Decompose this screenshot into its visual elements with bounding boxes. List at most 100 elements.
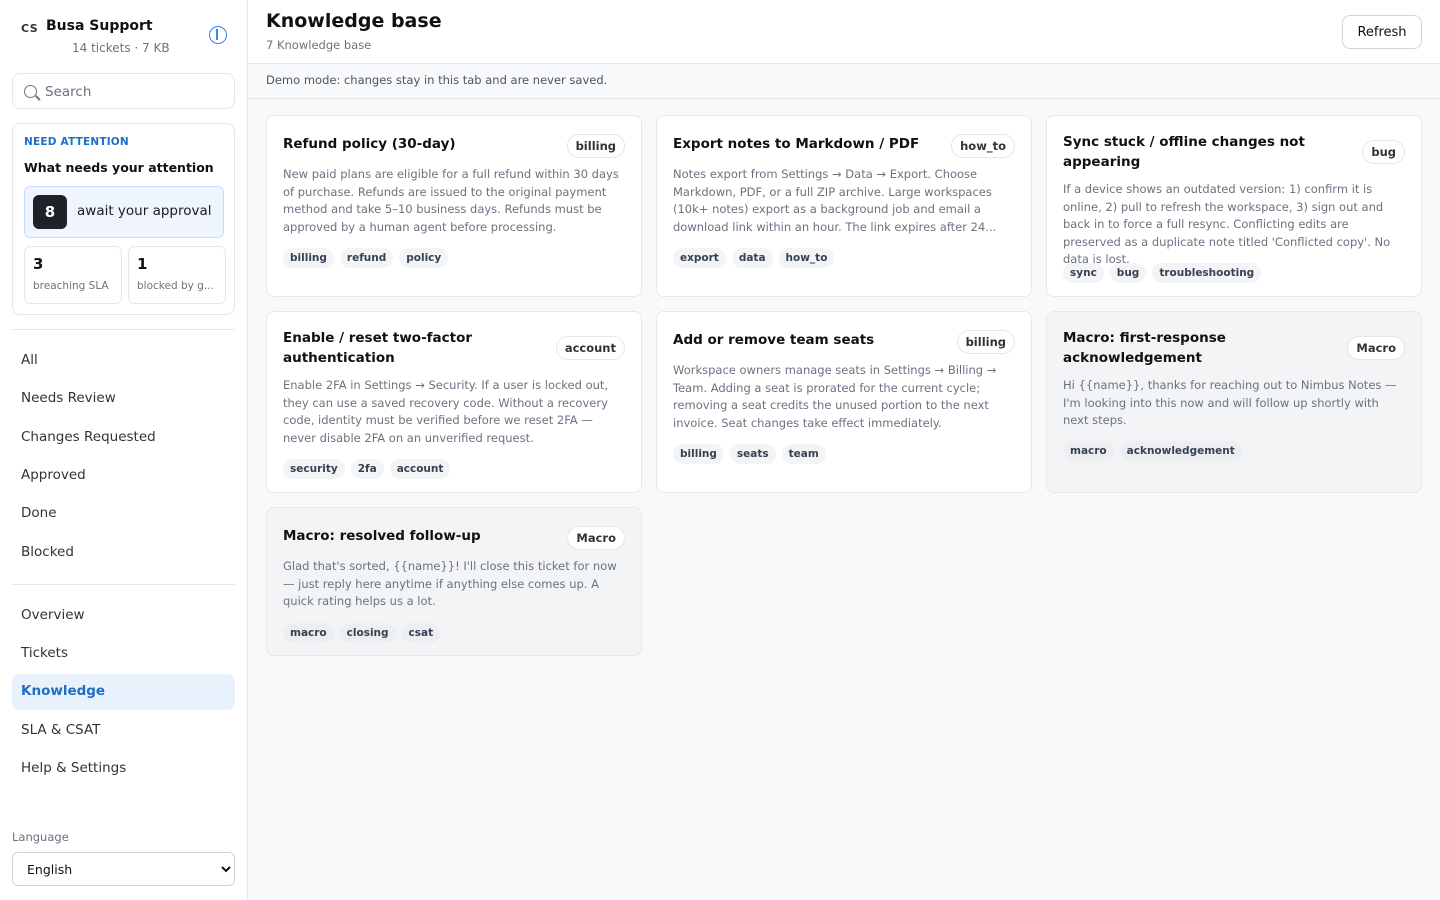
collapse-sidebar-icon[interactable]	[209, 26, 227, 44]
article-category-badge: bug	[1362, 140, 1405, 164]
tag: sync	[1063, 263, 1104, 283]
article-title: Enable / reset two-factor authentication	[283, 330, 473, 366]
tag: seats	[729, 444, 776, 464]
nav-filter-changes-requested[interactable]: Changes Requested	[12, 420, 235, 456]
nav-knowledge[interactable]: Knowledge	[12, 674, 235, 710]
article-category-badge: account	[555, 336, 625, 360]
tag: export	[673, 248, 726, 268]
tag: security	[283, 459, 345, 479]
macro-title: Macro: resolved follow-up	[283, 528, 481, 544]
nav-label: Approved	[21, 467, 86, 483]
article-title: Sync stuck / offline changes not appeari…	[1063, 134, 1305, 170]
article-tags: billing seats team	[673, 442, 832, 464]
sidebar: CS Busa Support 14 tickets · 7 KB NEED A…	[0, 0, 248, 900]
article-body: New paid plans are eligible for a full r…	[283, 167, 619, 234]
article-body: Notes export from Settings → Data → Expo…	[673, 167, 997, 234]
divider	[12, 584, 235, 585]
macro-badge: Macro	[1347, 336, 1405, 360]
nav-label: Done	[21, 505, 57, 521]
attention-kicker: NEED ATTENTION	[24, 136, 129, 148]
article-title: Refund policy (30-day)	[283, 136, 456, 152]
tag: account	[389, 459, 451, 479]
article-card[interactable]: Sync stuck / offline changes not appeari…	[1046, 115, 1422, 297]
language-label: Language	[12, 830, 69, 844]
breaching-sla-stat[interactable]: 3 breaching SLA	[24, 246, 122, 304]
article-body: Enable 2FA in Settings → Security. If a …	[283, 378, 609, 445]
tag: policy	[399, 248, 449, 268]
nav-label: Help & Settings	[21, 760, 127, 776]
tag: how_to	[778, 248, 835, 268]
nav-filter-blocked[interactable]: Blocked	[12, 535, 235, 571]
macro-badge: Macro	[567, 526, 625, 550]
tag: csat	[401, 623, 441, 643]
workspace-name: Busa Support	[46, 18, 153, 34]
demo-notice-bar: Demo mode: changes stay in this tab and …	[248, 64, 1440, 99]
divider	[12, 329, 235, 330]
stat-label: breaching SLA	[33, 280, 109, 292]
stat-number: 1	[137, 255, 148, 273]
page-title: Knowledge base	[266, 10, 442, 32]
article-tags: export data how_to	[673, 246, 840, 268]
brand: CS Busa Support 14 tickets · 7 KB	[21, 16, 231, 60]
nav-filter-approved[interactable]: Approved	[12, 458, 235, 494]
brand-logo: CS	[21, 22, 39, 35]
article-title: Export notes to Markdown / PDF	[673, 136, 920, 152]
nav-tickets[interactable]: Tickets	[12, 636, 235, 672]
search-input[interactable]	[45, 81, 225, 103]
article-category-badge: how_to	[951, 134, 1015, 158]
article-category-badge: billing	[566, 134, 625, 158]
article-card[interactable]: Refund policy (30-day) billing New paid …	[266, 115, 642, 297]
language-select[interactable]: English	[12, 852, 235, 886]
blocked-stat[interactable]: 1 blocked by g...	[128, 246, 226, 304]
article-tags: billing refund policy	[283, 246, 454, 268]
tag: team	[781, 444, 826, 464]
nav-help-settings[interactable]: Help & Settings	[12, 751, 235, 787]
stat-number: 3	[33, 255, 44, 273]
nav-label: Overview	[21, 607, 85, 623]
approval-count: 8	[33, 195, 67, 229]
stat-label: blocked by g...	[137, 280, 214, 292]
macro-card[interactable]: Macro: first-response acknowledgement Ma…	[1046, 311, 1422, 493]
tag: macro	[1063, 441, 1114, 461]
article-card[interactable]: Add or remove team seats billing Workspa…	[656, 311, 1032, 493]
attention-panel: NEED ATTENTION What needs your attention…	[12, 123, 235, 315]
attention-title: What needs your attention	[24, 160, 214, 175]
nav-label: Blocked	[21, 544, 74, 560]
article-tags: security 2fa account	[283, 457, 456, 479]
article-tags: sync bug troubleshooting	[1063, 261, 1267, 283]
nav-label: Tickets	[21, 645, 68, 661]
search-icon	[24, 85, 37, 98]
tag: bug	[1109, 263, 1147, 283]
await-approval-button[interactable]: 8 await your approval	[24, 186, 224, 238]
nav-label: Needs Review	[21, 390, 116, 406]
tag: troubleshooting	[1152, 263, 1262, 283]
search-box[interactable]	[12, 73, 235, 109]
demo-notice: Demo mode: changes stay in this tab and …	[266, 73, 608, 87]
macro-body: Glad that's sorted, {{name}}! I'll close…	[283, 559, 617, 608]
article-category-badge: billing	[956, 330, 1015, 354]
nav-sla-csat[interactable]: SLA & CSAT	[12, 713, 235, 749]
macro-body: Hi {{name}}, thanks for reaching out to …	[1063, 378, 1397, 427]
nav-label: Knowledge	[21, 683, 106, 699]
article-title: Add or remove team seats	[673, 332, 875, 348]
nav-label: SLA & CSAT	[21, 722, 101, 738]
tag: macro	[283, 623, 334, 643]
page-header: Knowledge base 7 Knowledge base Refresh	[248, 0, 1440, 64]
tag: acknowledgement	[1119, 441, 1242, 461]
tag: 2fa	[350, 459, 384, 479]
nav-label: Changes Requested	[21, 429, 156, 445]
tag: closing	[339, 623, 396, 643]
nav-label: All	[21, 352, 38, 368]
nav-overview[interactable]: Overview	[12, 598, 235, 634]
macro-tags: macro acknowledgement	[1063, 439, 1248, 461]
nav-filter-done[interactable]: Done	[12, 496, 235, 532]
macro-title: Macro: first-response acknowledgement	[1063, 330, 1226, 366]
macro-card[interactable]: Macro: resolved follow-up Macro Glad tha…	[266, 507, 642, 656]
tag: data	[731, 248, 773, 268]
tag: billing	[283, 248, 334, 268]
nav-filter-needs-review[interactable]: Needs Review	[12, 381, 235, 417]
article-card[interactable]: Enable / reset two-factor authentication…	[266, 311, 642, 493]
nav-filter-all[interactable]: All	[12, 343, 235, 379]
article-card[interactable]: Export notes to Markdown / PDF how_to No…	[656, 115, 1032, 297]
refresh-button[interactable]: Refresh	[1342, 15, 1422, 49]
